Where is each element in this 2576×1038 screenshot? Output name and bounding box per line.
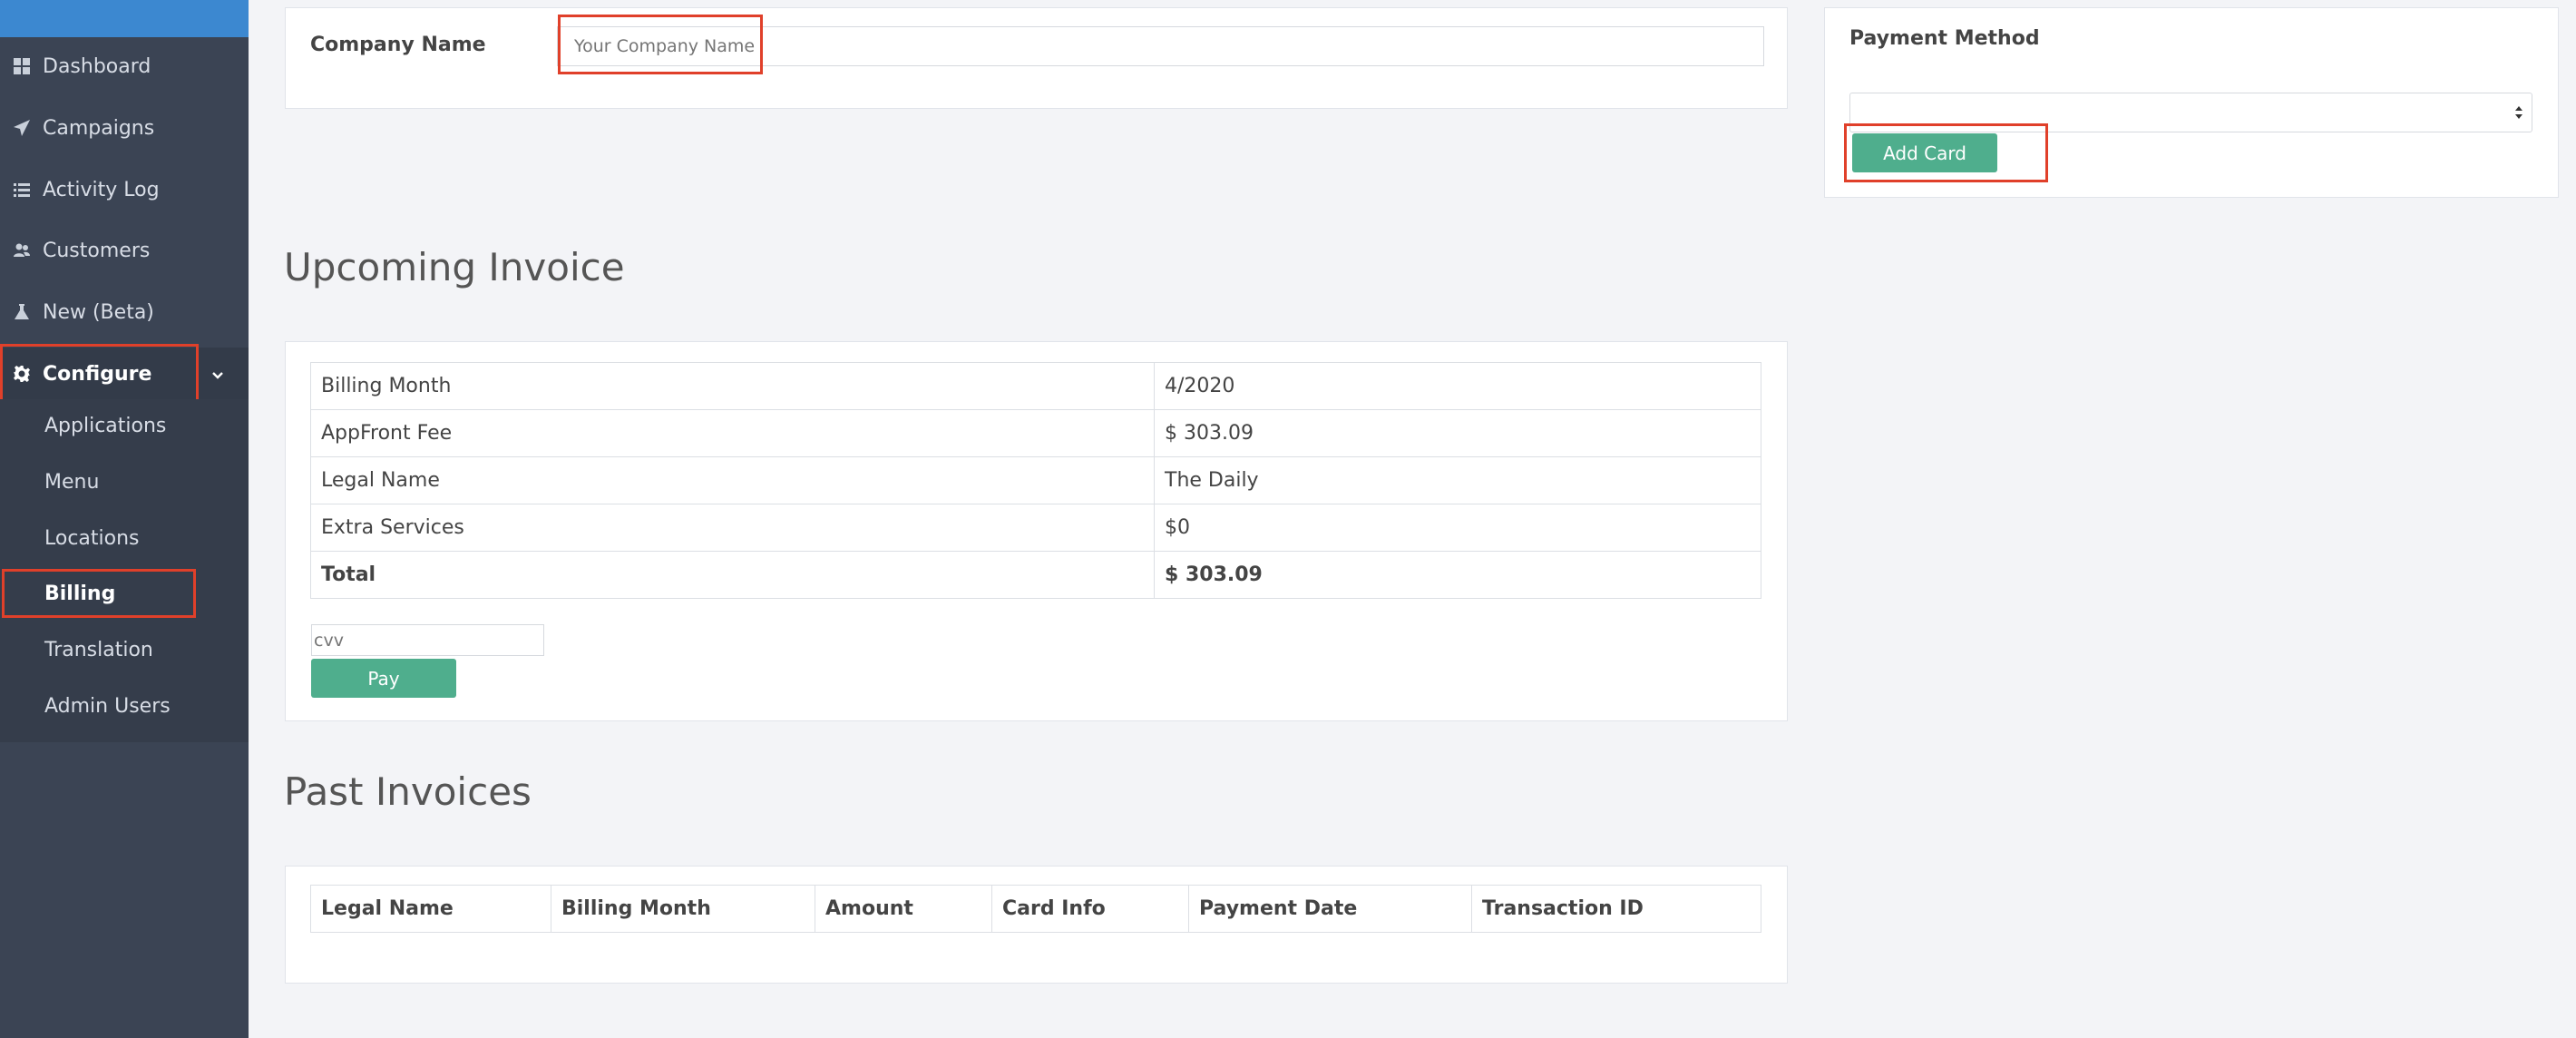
submenu-item-label: Translation bbox=[44, 638, 153, 661]
table-cell: AppFront Fee bbox=[310, 409, 1155, 457]
sidebar-item-label: Customers bbox=[43, 239, 151, 262]
table-cell: 4/2020 bbox=[1154, 362, 1761, 410]
table-row: Legal Name The Daily bbox=[310, 456, 1761, 504]
company-name-panel: Company Name bbox=[285, 7, 1788, 109]
sidebar: Dashboard Campaigns Activity Log Custome… bbox=[0, 0, 249, 1038]
table-cell: $ 303.09 bbox=[1154, 551, 1761, 599]
paper-plane-icon bbox=[12, 118, 32, 138]
upcoming-invoice-table: Billing Month 4/2020 AppFront Fee $ 303.… bbox=[310, 362, 1761, 599]
column-header[interactable]: Billing Month bbox=[551, 885, 815, 933]
sidebar-item-configure[interactable]: Configure bbox=[0, 348, 249, 400]
table-header-row: Legal Name Billing Month Amount Card Inf… bbox=[310, 885, 1761, 933]
upcoming-invoice-panel: Billing Month 4/2020 AppFront Fee $ 303.… bbox=[285, 341, 1788, 721]
users-icon bbox=[12, 240, 32, 260]
payment-method-panel: Payment Method Add Card bbox=[1824, 7, 2559, 198]
sidebar-item-campaigns[interactable]: Campaigns bbox=[0, 102, 249, 154]
company-name-input[interactable] bbox=[557, 26, 1764, 66]
sidebar-item-activity-log[interactable]: Activity Log bbox=[0, 163, 249, 216]
submenu-item-locations[interactable]: Locations bbox=[0, 514, 249, 563]
configure-submenu: Applications Menu Locations Billing Tran… bbox=[0, 399, 249, 742]
table-row-total: Total $ 303.09 bbox=[310, 551, 1761, 599]
sidebar-item-label: New (Beta) bbox=[43, 300, 154, 324]
table-cell: $0 bbox=[1154, 504, 1761, 552]
payment-method-title: Payment Method bbox=[1849, 27, 2040, 50]
payment-method-select[interactable] bbox=[1849, 93, 2532, 132]
select-arrows-icon bbox=[2513, 103, 2524, 122]
submenu-item-label: Admin Users bbox=[44, 694, 171, 718]
sidebar-header-bar bbox=[0, 0, 249, 37]
sidebar-item-label: Activity Log bbox=[43, 178, 160, 201]
list-icon bbox=[12, 180, 32, 200]
company-name-label: Company Name bbox=[310, 34, 486, 56]
submenu-item-label: Menu bbox=[44, 470, 100, 494]
past-invoices-title: Past Invoices bbox=[284, 769, 532, 814]
table-row: Extra Services $0 bbox=[310, 504, 1761, 552]
dashboard-icon bbox=[12, 56, 32, 76]
column-header[interactable]: Transaction ID bbox=[1471, 885, 1761, 933]
submenu-item-admin-users[interactable]: Admin Users bbox=[0, 681, 249, 730]
past-invoices-panel: Legal Name Billing Month Amount Card Inf… bbox=[285, 866, 1788, 984]
sidebar-item-label: Dashboard bbox=[43, 54, 151, 78]
table-cell: The Daily bbox=[1154, 456, 1761, 504]
past-invoices-table: Legal Name Billing Month Amount Card Inf… bbox=[310, 885, 1761, 933]
chevron-down-icon[interactable] bbox=[210, 365, 225, 379]
sidebar-item-label: Configure bbox=[43, 362, 152, 386]
sidebar-item-new-beta[interactable]: New (Beta) bbox=[0, 286, 249, 338]
submenu-item-label: Billing bbox=[44, 582, 116, 605]
submenu-item-applications[interactable]: Applications bbox=[0, 401, 249, 450]
table-cell: Legal Name bbox=[310, 456, 1155, 504]
cvv-input[interactable] bbox=[311, 624, 544, 656]
column-header[interactable]: Card Info bbox=[991, 885, 1189, 933]
column-header[interactable]: Payment Date bbox=[1188, 885, 1472, 933]
submenu-item-menu[interactable]: Menu bbox=[0, 457, 249, 506]
table-cell: Extra Services bbox=[310, 504, 1155, 552]
upcoming-invoice-title: Upcoming Invoice bbox=[284, 245, 625, 289]
add-card-button[interactable]: Add Card bbox=[1852, 133, 1997, 172]
table-cell: Billing Month bbox=[310, 362, 1155, 410]
sidebar-item-customers[interactable]: Customers bbox=[0, 224, 249, 277]
submenu-item-label: Locations bbox=[44, 526, 140, 550]
flask-icon bbox=[12, 302, 32, 322]
column-header[interactable]: Legal Name bbox=[310, 885, 551, 933]
table-cell: Total bbox=[310, 551, 1155, 599]
table-cell: $ 303.09 bbox=[1154, 409, 1761, 457]
submenu-item-translation[interactable]: Translation bbox=[0, 625, 249, 674]
sidebar-item-dashboard[interactable]: Dashboard bbox=[0, 40, 249, 93]
table-row: AppFront Fee $ 303.09 bbox=[310, 409, 1761, 457]
pay-button[interactable]: Pay bbox=[311, 659, 456, 698]
submenu-item-billing[interactable]: Billing bbox=[0, 569, 249, 618]
gear-icon bbox=[12, 364, 32, 384]
column-header[interactable]: Amount bbox=[815, 885, 992, 933]
table-row: Billing Month 4/2020 bbox=[310, 362, 1761, 410]
sidebar-item-label: Campaigns bbox=[43, 116, 155, 140]
submenu-item-label: Applications bbox=[44, 414, 167, 437]
